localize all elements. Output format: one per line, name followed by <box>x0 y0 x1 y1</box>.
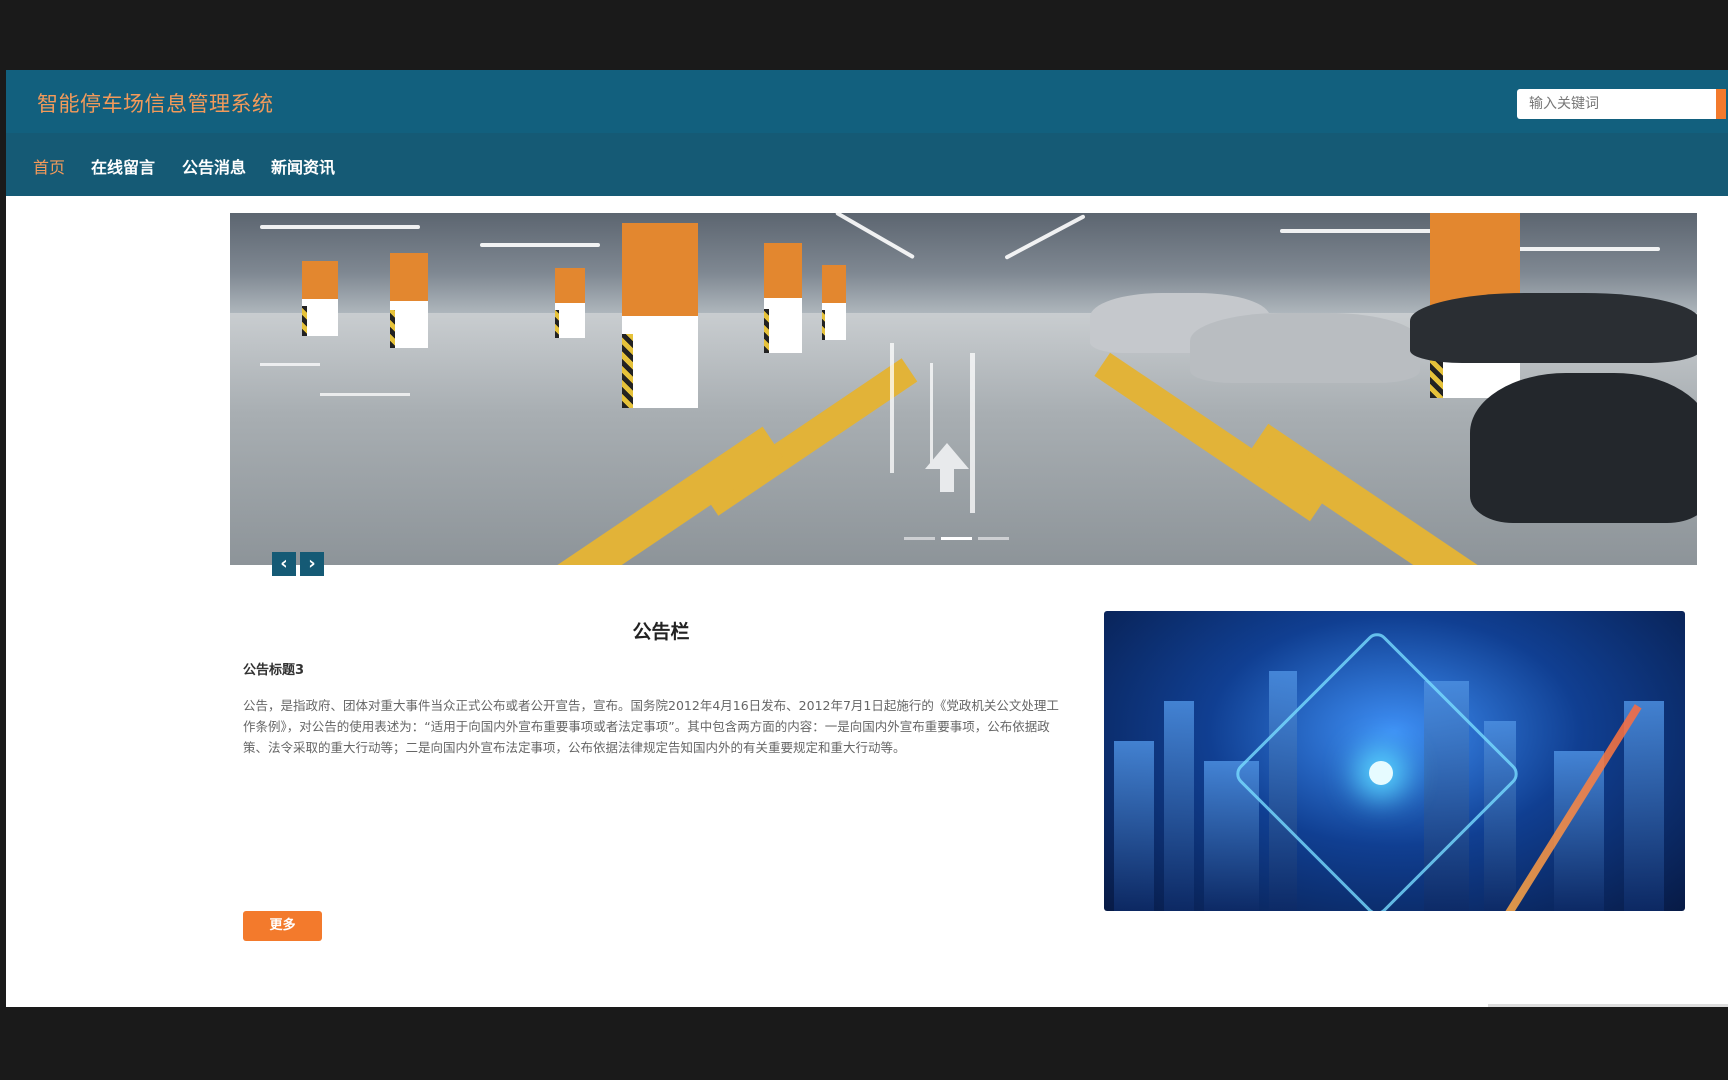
header-bar: 智能停车场信息管理系统 <box>6 70 1728 133</box>
nav-bar: 首页 在线留言 公告消息 新闻资讯 <box>6 133 1728 196</box>
banner-carousel[interactable] <box>230 213 1697 565</box>
carousel-dot-1[interactable] <box>904 537 935 540</box>
search-button[interactable] <box>1716 89 1726 119</box>
horizontal-scrollbar[interactable] <box>1488 1004 1728 1007</box>
notice-body: 公告，是指政府、团体对重大事件当众正式公布或者公开宣告，宣布。国务院2012年4… <box>243 698 1059 755</box>
nav-item-online-message[interactable]: 在线留言 <box>91 154 155 178</box>
more-button[interactable]: 更多 <box>243 911 322 941</box>
carousel-prev-button[interactable]: ‹ <box>272 552 296 576</box>
nav-item-news[interactable]: 新闻资讯 <box>271 154 335 178</box>
nav-item-home[interactable]: 首页 <box>33 154 65 178</box>
smart-city-image <box>1104 611 1685 911</box>
site-title: 智能停车场信息管理系统 <box>37 92 274 116</box>
notice-item-title[interactable]: 公告标题3 <box>243 659 304 678</box>
nav-item-announcements[interactable]: 公告消息 <box>182 154 246 178</box>
search-input[interactable] <box>1517 89 1722 119</box>
notice-heading: 公告栏 <box>632 621 690 643</box>
carousel-next-button[interactable]: › <box>300 552 324 576</box>
carousel-dot-2[interactable] <box>941 537 972 540</box>
carousel-dot-3[interactable] <box>978 537 1009 540</box>
